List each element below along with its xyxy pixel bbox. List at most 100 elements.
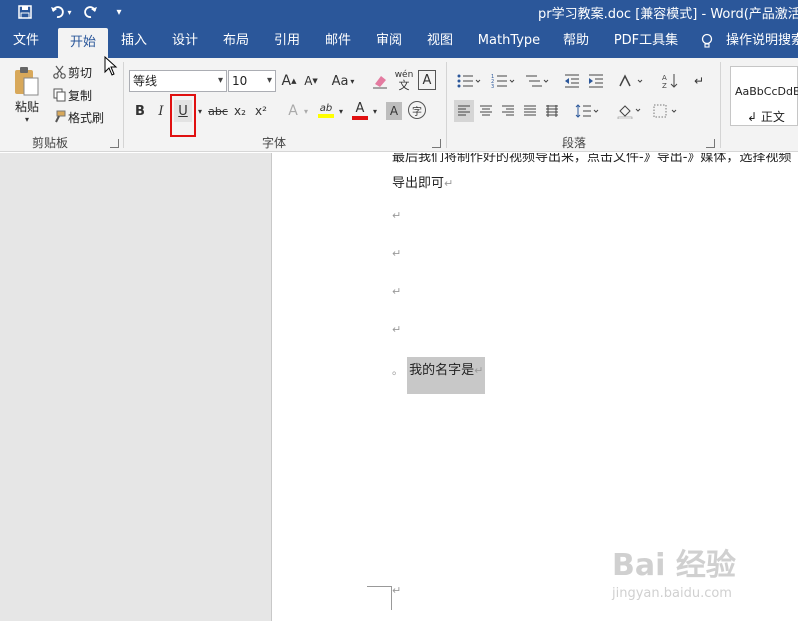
tab-view[interactable]: 视图 (418, 24, 462, 58)
increase-indent-icon[interactable] (586, 70, 606, 92)
undo-icon[interactable]: ▾ (46, 2, 76, 22)
font-name-value: 等线 (133, 74, 158, 88)
bullet-mark: 。 (392, 364, 403, 377)
distribute-icon[interactable] (542, 100, 562, 122)
underline-dropdown-icon[interactable]: ▾ (195, 100, 205, 122)
tab-file[interactable]: 文件 (2, 24, 50, 58)
paragraph-mark: ↵ (392, 285, 402, 298)
lightbulb-icon[interactable] (698, 24, 716, 58)
font-group-label: 字体 (262, 136, 287, 150)
font-color-button[interactable]: A (350, 98, 370, 122)
format-painter-button[interactable]: 格式刷 (68, 109, 108, 125)
show-marks-icon[interactable]: ↵ (692, 70, 706, 92)
clear-formatting-icon[interactable] (370, 70, 390, 92)
tab-insert[interactable]: 插入 (112, 24, 156, 58)
decrease-indent-icon[interactable] (562, 70, 582, 92)
character-border-button[interactable]: A (418, 70, 436, 90)
tell-me-search[interactable]: 操作说明搜索 (726, 24, 798, 58)
chinese-layout-icon[interactable] (616, 70, 646, 92)
grow-font-button[interactable]: A ▲ (280, 70, 298, 92)
align-center-icon[interactable] (476, 100, 496, 122)
tab-home[interactable]: 开始 (58, 28, 108, 58)
enclose-characters-button[interactable]: 字 (408, 101, 426, 119)
ribbon-home: 粘贴 ▾ 剪切 复制 格式刷 剪贴板 等线 ▾ 10 ▾ A ▲ A ▼ Aa ▾ w… (0, 58, 798, 152)
subscript-button[interactable]: x₂ (231, 100, 249, 122)
baidu-watermark-logo: Bai 经验 (612, 548, 736, 583)
document-left-margin (0, 153, 272, 621)
chevron-down-icon: ▾ (266, 75, 272, 86)
mouse-cursor-icon (104, 55, 118, 76)
shrink-font-button[interactable]: A ▼ (302, 70, 320, 92)
bullets-icon[interactable] (454, 70, 484, 92)
numbering-icon[interactable]: 123 (488, 70, 518, 92)
cut-button[interactable]: 剪切 (68, 64, 96, 80)
svg-text:Z: Z (662, 82, 667, 89)
ribbon-tabs: 文件 开始 插入 设计 布局 引用 邮件 审阅 视图 MathType 帮助 P… (0, 24, 798, 58)
tab-mailings[interactable]: 邮件 (316, 24, 360, 58)
tab-mathtype[interactable]: MathType (474, 24, 544, 58)
font-size-combo[interactable]: 10 ▾ (228, 70, 276, 92)
tab-references[interactable]: 引用 (264, 24, 310, 58)
font-size-value: 10 (232, 74, 248, 88)
svg-text:A: A (662, 74, 667, 82)
paragraph-launcher-icon[interactable] (706, 139, 715, 148)
document-line[interactable]: 最后我们将制作好的视频导出来，点击文件-》导出-》媒体，选择视频 (392, 153, 791, 165)
highlight-dropdown-icon[interactable]: ▾ (337, 100, 345, 122)
highlight-button[interactable]: ab (316, 98, 336, 122)
style-normal[interactable]: ↲ 正文 (747, 108, 785, 125)
selected-text[interactable]: 我的名字是↵ (407, 357, 486, 394)
cut-icon (52, 64, 66, 80)
borders-icon[interactable] (650, 100, 680, 122)
tab-design[interactable]: 设计 (162, 24, 208, 58)
group-divider (720, 62, 721, 148)
change-case-button[interactable]: Aa ▾ (328, 70, 358, 92)
tab-pdf-tools[interactable]: PDF工具集 (608, 24, 684, 58)
bold-button[interactable]: B (130, 100, 150, 122)
line-spacing-icon[interactable] (572, 100, 602, 122)
font-color-dropdown-icon[interactable]: ▾ (371, 100, 379, 122)
tab-help[interactable]: 帮助 (556, 24, 596, 58)
paragraph-mark: ↵ (392, 209, 402, 222)
paste-icon[interactable] (10, 66, 42, 96)
customize-qat-icon[interactable]: ▾ (110, 2, 128, 22)
character-shading-button[interactable]: A (386, 102, 402, 120)
format-painter-icon (52, 109, 66, 125)
align-right-icon[interactable] (498, 100, 518, 122)
chevron-down-icon: ▾ (217, 75, 223, 86)
font-launcher-icon[interactable] (432, 139, 441, 148)
phonetic-guide-button[interactable]: wén 文 (394, 68, 414, 92)
paste-dropdown-icon[interactable]: ▾ (22, 114, 32, 124)
svg-text:3: 3 (491, 84, 494, 88)
text-effects-button[interactable]: A (284, 100, 302, 122)
styles-gallery[interactable]: AaBbCcDdE ↲ 正文 (730, 66, 798, 126)
redo-icon[interactable] (80, 2, 102, 22)
font-name-combo[interactable]: 等线 ▾ (129, 70, 227, 92)
copy-icon (52, 87, 66, 103)
multilevel-list-icon[interactable] (522, 70, 552, 92)
document-line[interactable]: 导出即可↵ (392, 172, 453, 191)
paragraph-group-label: 段落 (562, 136, 587, 150)
italic-button[interactable]: I (152, 100, 170, 122)
window-title: pr学习教案.doc [兼容模式] - Word(产品激活失 (538, 7, 798, 22)
title-bar: ▾ ▾ pr学习教案.doc [兼容模式] - Word(产品激活失 (0, 0, 798, 24)
tab-layout[interactable]: 布局 (214, 24, 258, 58)
paragraph-mark: ↵ (392, 323, 402, 336)
annotation-highlight-box (170, 94, 196, 137)
baidu-watermark-url: jingyan.baidu.com (612, 586, 732, 601)
save-icon[interactable] (14, 2, 36, 22)
paste-button[interactable]: 粘贴 (12, 98, 42, 114)
strikethrough-button[interactable]: abc (207, 100, 229, 122)
copy-button[interactable]: 复制 (68, 87, 96, 103)
paragraph-mark: ↵ (392, 247, 402, 260)
clipboard-launcher-icon[interactable] (110, 139, 119, 148)
sort-icon[interactable]: AZ (660, 70, 680, 92)
justify-icon[interactable] (520, 100, 540, 122)
group-divider (446, 62, 447, 148)
superscript-button[interactable]: x² (252, 100, 270, 122)
tab-review[interactable]: 审阅 (366, 24, 412, 58)
page-corner-mark (367, 586, 392, 610)
shading-icon[interactable] (614, 100, 644, 122)
text-effects-dropdown-icon[interactable]: ▾ (302, 100, 310, 122)
document-line-selected[interactable]: 。 我的名字是↵ (392, 357, 486, 394)
align-left-icon[interactable] (454, 100, 474, 122)
